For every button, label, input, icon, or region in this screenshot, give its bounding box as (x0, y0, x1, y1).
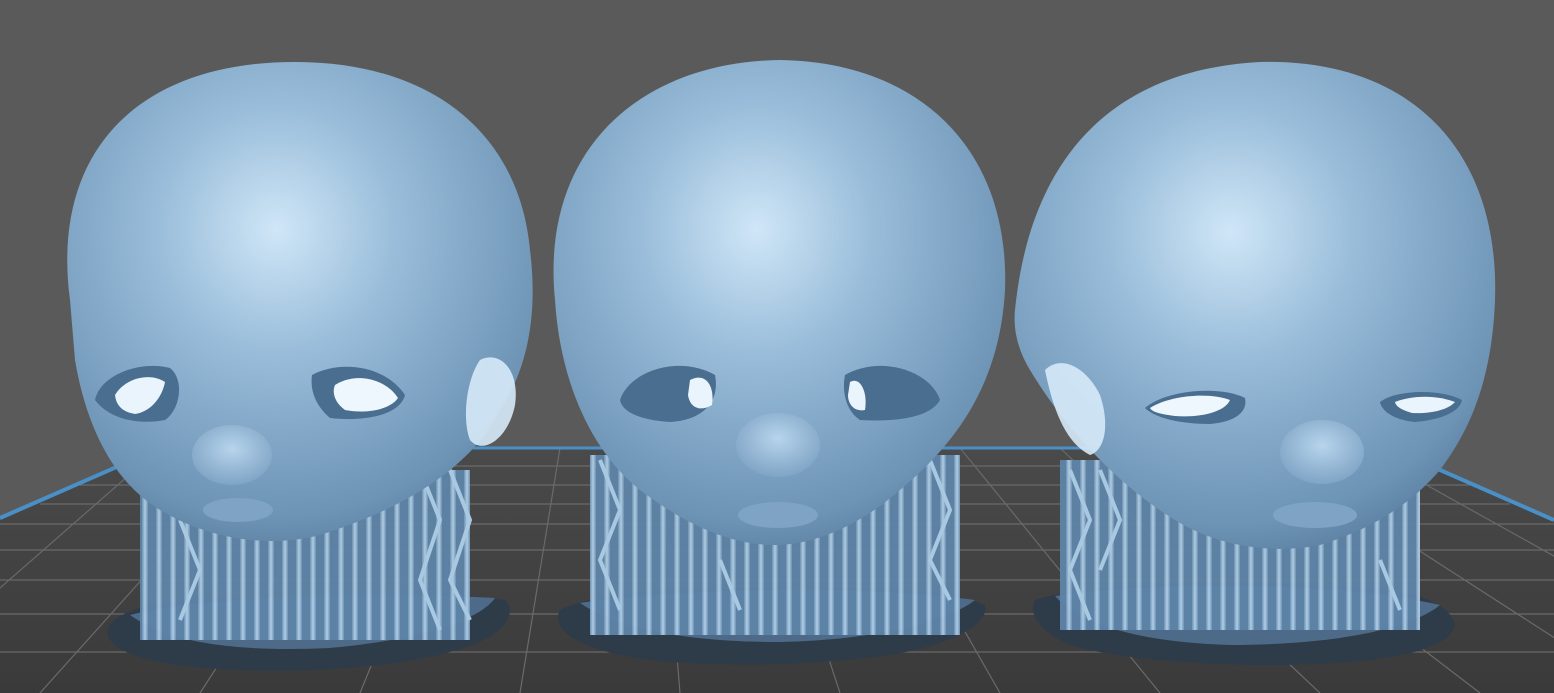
3d-viewport[interactable] (0, 0, 1554, 693)
nose-right (1280, 420, 1364, 484)
model-head-center[interactable] (553, 60, 1006, 665)
mouth-center (738, 502, 818, 528)
mouth-left (203, 498, 273, 522)
nose-left (192, 425, 272, 485)
mouth-right (1273, 502, 1357, 528)
scene-canvas[interactable] (0, 0, 1554, 693)
nose-center (736, 413, 820, 477)
